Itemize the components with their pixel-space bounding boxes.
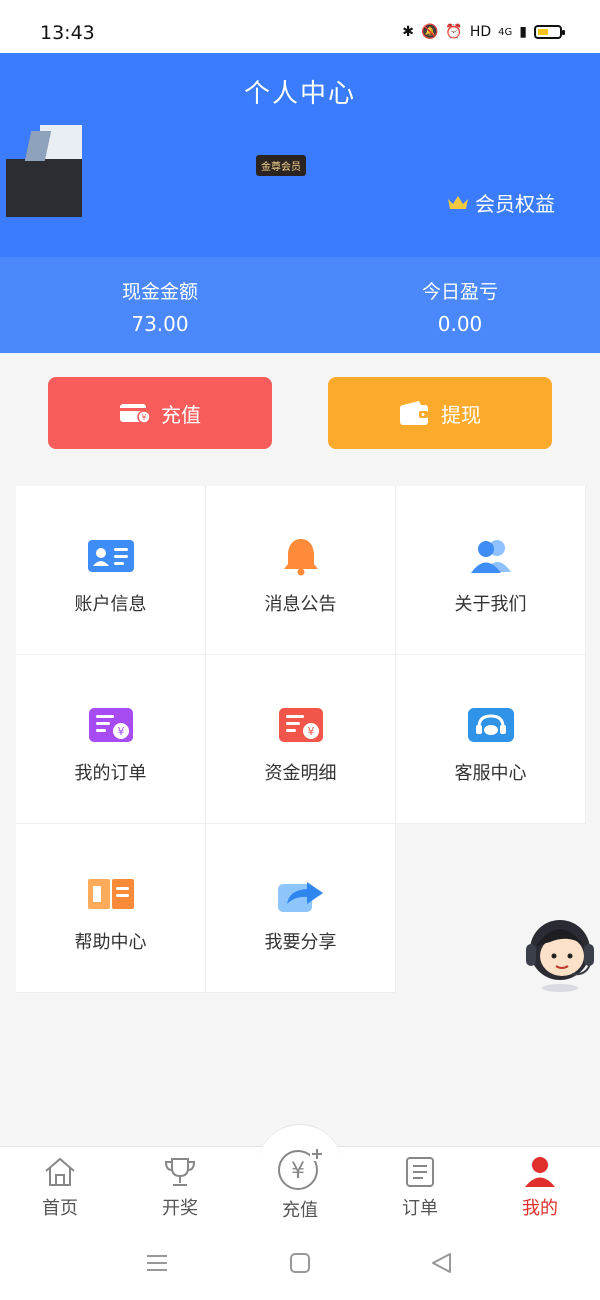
fund-details-label: 资金明细 [264,763,337,784]
today-pnl-label: 今日盈亏 [421,281,498,303]
system-nav-bar [0,1230,600,1300]
grid-item-share[interactable]: 我要分享 [206,824,396,993]
tab-recharge-label: 充值 [282,1200,318,1221]
status-bar: 13:43 ✱ 🔕 ⏰ HD 4G ▮ [0,0,600,53]
network-type: HD [469,24,492,40]
alarm-icon: ⏰ [445,24,463,40]
card-icon: ¥ [120,404,151,424]
customer-support-float-icon[interactable] [520,912,600,992]
fund-detail-icon: ¥ [279,708,323,742]
back-triangle-icon[interactable] [430,1251,454,1275]
cash-value: 73.00 [131,312,189,336]
share-icon [278,882,323,912]
order-icon: ¥ [89,708,133,742]
svg-text:¥: ¥ [118,725,125,738]
status-icons: ✱ 🔕 ⏰ HD 4G ▮ [402,24,565,40]
mute-icon: 🔕 [420,24,439,40]
avatar[interactable] [6,125,82,217]
svg-text:¥: ¥ [308,725,315,738]
svg-text:¥: ¥ [291,1159,305,1184]
grid-item-account-info[interactable]: 账户信息 [16,486,206,655]
tab-home-label: 首页 [42,1198,78,1219]
crown-icon [448,195,468,209]
battery-icon [534,25,565,39]
home-square-icon[interactable] [289,1252,311,1274]
signal-type: 4G [498,26,513,38]
tab-mine-label: 我的 [522,1198,558,1219]
recharge-yen-icon: ¥ [278,1147,324,1190]
bluetooth-icon: ✱ [402,24,414,40]
signal-icon: ▮ [519,24,527,40]
tab-lottery[interactable]: 开奖 [120,1156,240,1220]
status-time: 13:43 [40,22,95,44]
cash-label: 现金金额 [121,281,198,303]
withdraw-button[interactable]: 提现 [328,377,552,449]
menu-icon[interactable] [146,1252,168,1274]
list-icon [406,1157,434,1187]
notices-label: 消息公告 [264,594,337,615]
svg-text:¥: ¥ [141,413,146,422]
grid-item-notices[interactable]: 消息公告 [206,486,396,655]
recharge-button[interactable]: ¥ 充值 [48,377,272,449]
withdraw-label: 提现 [441,402,481,427]
account-info-label: 账户信息 [74,594,147,615]
grid-item-help-center[interactable]: 帮助中心 [16,824,206,993]
bell-icon [284,539,318,576]
tab-mine[interactable]: 我的 [480,1156,600,1220]
tab-orders[interactable]: 订单 [360,1156,480,1220]
headset-icon [468,708,514,742]
today-pnl-stat: 今日盈亏 0.00 [310,277,600,336]
share-label: 我要分享 [264,932,337,953]
tab-lottery-label: 开奖 [162,1198,198,1219]
about-us-label: 关于我们 [454,594,527,615]
member-benefits-link[interactable]: 会员权益 [447,188,555,217]
today-pnl-value: 0.00 [437,312,483,336]
grid-item-about-us[interactable]: 关于我们 [396,486,586,655]
tab-recharge[interactable]: ¥ 充值 [240,1146,360,1222]
profile-header: 个人中心 金尊会员 会员权益 [0,53,600,257]
recharge-label: 充值 [161,402,201,427]
users-icon [471,540,511,573]
tab-home[interactable]: 首页 [0,1156,120,1220]
grid-item-fund-details[interactable]: ¥ 资金明细 [206,655,396,824]
my-orders-label: 我的订单 [74,763,147,784]
user-icon [525,1157,555,1187]
tab-orders-label: 订单 [402,1198,438,1219]
id-card-icon [88,540,134,572]
customer-service-label: 客服中心 [454,763,527,784]
home-icon [45,1157,75,1186]
benefits-label: 会员权益 [475,192,555,216]
help-center-label: 帮助中心 [74,932,147,953]
balance-stats: 现金金额 73.00 今日盈亏 0.00 [0,257,600,353]
trophy-icon [164,1158,196,1186]
grid-item-customer-service[interactable]: 客服中心 [396,655,586,824]
book-icon [88,879,134,909]
grid-item-my-orders[interactable]: ¥ 我的订单 [16,655,206,824]
cash-stat: 现金金额 73.00 [10,277,310,336]
page-title: 个人中心 [243,79,356,109]
member-badge: 金尊会员 [256,155,306,176]
wallet-icon [400,401,428,425]
